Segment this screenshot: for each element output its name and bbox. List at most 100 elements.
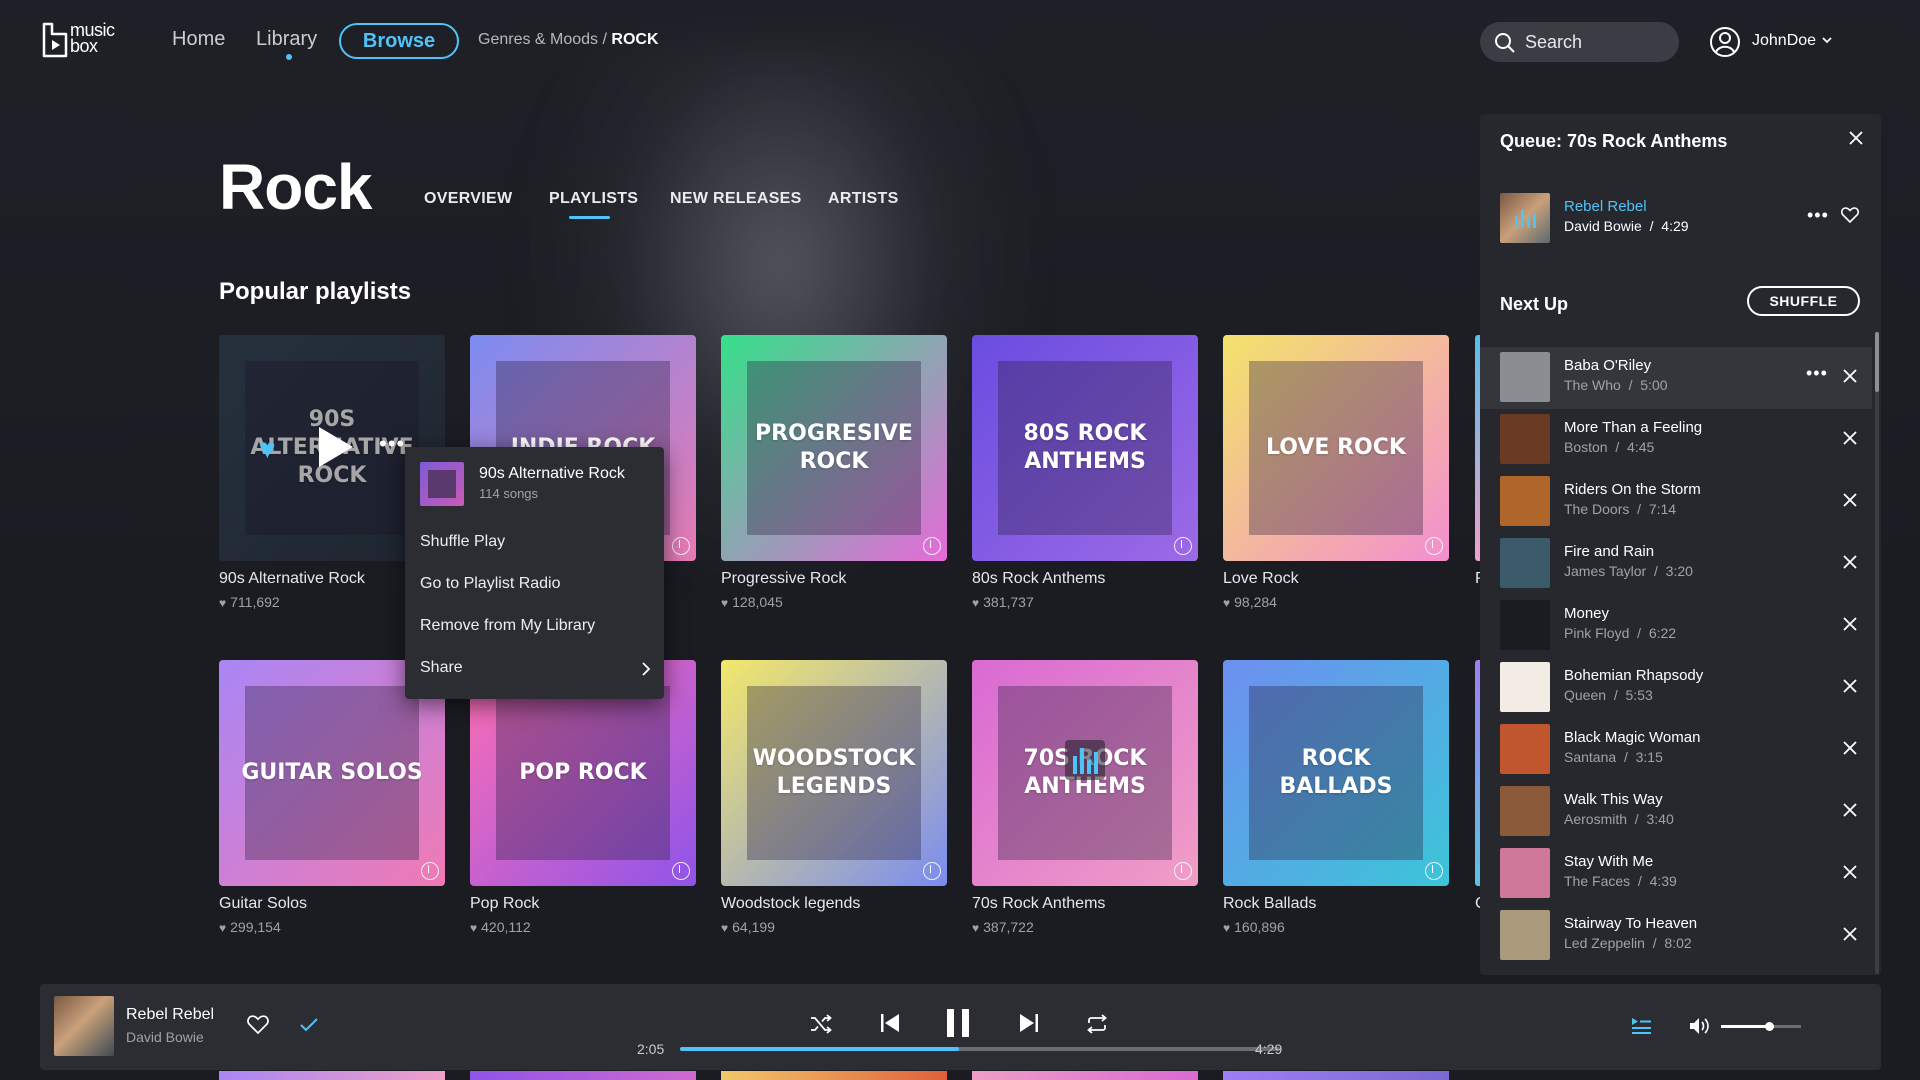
track-title[interactable]: Bohemian Rhapsody <box>1564 667 1703 684</box>
tab-artists[interactable]: ARTISTS <box>828 190 899 208</box>
download-icon[interactable] <box>923 862 941 880</box>
queue-track[interactable]: Riders On the Storm The Doors / 7:14 <box>1480 471 1872 533</box>
track-title[interactable]: Black Magic Woman <box>1564 729 1700 746</box>
close-icon[interactable] <box>1849 131 1863 145</box>
repeat-icon[interactable] <box>1086 1014 1108 1034</box>
tab-overview[interactable]: OVERVIEW <box>424 190 512 208</box>
playlist-cover[interactable] <box>219 1071 445 1080</box>
nav-library[interactable]: Library <box>256 28 317 51</box>
volume-slider-knob[interactable] <box>1765 1022 1774 1031</box>
playlist-cover[interactable]: ROCK BALLADS <box>1223 660 1449 886</box>
playlist-name[interactable]: 90s Alternative Rock <box>219 570 365 588</box>
track-title[interactable]: Riders On the Storm <box>1564 481 1701 498</box>
playlist-cover[interactable]: LOVE ROCK <box>1223 335 1449 561</box>
queue-track[interactable]: Bohemian Rhapsody Queen / 5:53 <box>1480 657 1872 719</box>
playlist-name[interactable]: Woodstock legends <box>721 895 860 913</box>
download-icon[interactable] <box>421 862 439 880</box>
queue-scrollbar[interactable] <box>1875 332 1879 974</box>
heart-icon[interactable] <box>247 1015 269 1035</box>
progress-bar[interactable] <box>680 1047 1280 1051</box>
download-icon[interactable] <box>1425 862 1443 880</box>
close-icon[interactable] <box>1843 741 1857 755</box>
queue-track[interactable]: Money Pink Floyd / 6:22 <box>1480 595 1872 657</box>
download-icon[interactable] <box>1425 537 1443 555</box>
close-icon[interactable] <box>1843 431 1857 445</box>
track-artist[interactable]: The Who <box>1564 377 1621 393</box>
close-icon[interactable] <box>1843 555 1857 569</box>
playlist-cover[interactable] <box>470 1071 696 1080</box>
player-album-art[interactable] <box>54 996 114 1056</box>
now-playing-artist[interactable]: David Bowie <box>1564 218 1642 234</box>
queue-track[interactable]: Stay With Me The Faces / 4:39 <box>1480 843 1872 905</box>
close-icon[interactable] <box>1843 679 1857 693</box>
playlist-cover[interactable] <box>972 1071 1198 1080</box>
menu-item-remove-from-library[interactable]: Remove from My Library <box>420 617 595 635</box>
track-artist[interactable]: James Taylor <box>1564 563 1646 579</box>
menu-item-playlist-radio[interactable]: Go to Playlist Radio <box>420 575 561 593</box>
track-artist[interactable]: Led Zeppelin <box>1564 935 1645 951</box>
download-icon[interactable] <box>923 537 941 555</box>
nav-browse[interactable]: Browse <box>339 23 459 59</box>
playlist-name[interactable]: Progressive Rock <box>721 570 846 588</box>
track-title[interactable]: Fire and Rain <box>1564 543 1654 560</box>
playlist-cover[interactable]: PROGRESIVE ROCK <box>721 335 947 561</box>
close-icon[interactable] <box>1843 617 1857 631</box>
menu-item-share[interactable]: Share <box>420 659 463 677</box>
track-artist[interactable]: The Faces <box>1564 873 1630 889</box>
queue-track[interactable]: More Than a Feeling Boston / 4:45 <box>1480 409 1872 471</box>
breadcrumb-parent[interactable]: Genres & Moods <box>478 31 598 48</box>
playlist-name[interactable]: Rock Ballads <box>1223 895 1316 913</box>
tab-new-releases[interactable]: NEW RELEASES <box>670 190 802 208</box>
tab-playlists[interactable]: PLAYLISTS <box>549 190 638 208</box>
playlist-cover[interactable] <box>1223 1071 1449 1080</box>
track-title[interactable]: Baba O'Riley <box>1564 357 1651 374</box>
download-icon[interactable] <box>672 862 690 880</box>
more-icon[interactable]: ••• <box>1807 205 1829 226</box>
playlist-name[interactable]: 80s Rock Anthems <box>972 570 1105 588</box>
track-title[interactable]: More Than a Feeling <box>1564 419 1702 436</box>
more-icon[interactable]: ••• <box>379 431 405 457</box>
track-title[interactable]: Walk This Way <box>1564 791 1663 808</box>
now-playing-title[interactable]: Rebel Rebel <box>1564 198 1647 215</box>
track-artist[interactable]: Aerosmith <box>1564 811 1627 827</box>
download-icon[interactable] <box>1174 862 1192 880</box>
heart-icon[interactable] <box>1841 207 1859 223</box>
queue-track[interactable]: Fire and Rain James Taylor / 3:20 <box>1480 533 1872 595</box>
playlist-cover[interactable]: 70s ROCK ANTHEMS <box>972 660 1198 886</box>
queue-track[interactable]: Baba O'Riley The Who / 5:00 ••• <box>1480 347 1872 409</box>
download-icon[interactable] <box>1174 537 1192 555</box>
track-artist[interactable]: The Doors <box>1564 501 1629 517</box>
pause-icon[interactable] <box>945 1007 971 1039</box>
playlist-name[interactable]: Guitar Solos <box>219 895 307 913</box>
track-artist[interactable]: Queen <box>1564 687 1606 703</box>
player-track-title[interactable]: Rebel Rebel <box>126 1006 214 1024</box>
close-icon[interactable] <box>1843 493 1857 507</box>
track-artist[interactable]: Boston <box>1564 439 1608 455</box>
queue-track[interactable]: Stairway To Heaven Led Zeppelin / 8:02 <box>1480 905 1872 967</box>
track-artist[interactable]: Santana <box>1564 749 1616 765</box>
playlist-name[interactable]: Pop Rock <box>470 895 539 913</box>
queue-scrollbar-thumb[interactable] <box>1875 332 1879 392</box>
track-artist[interactable]: Pink Floyd <box>1564 625 1629 641</box>
menu-item-shuffle-play[interactable]: Shuffle Play <box>420 533 505 551</box>
check-icon[interactable] <box>299 1017 319 1033</box>
previous-icon[interactable] <box>879 1012 901 1034</box>
track-title[interactable]: Stairway To Heaven <box>1564 915 1697 932</box>
playlist-cover[interactable]: WOODSTOCK LEGENDS <box>721 660 947 886</box>
track-title[interactable]: Money <box>1564 605 1609 622</box>
track-title[interactable]: Stay With Me <box>1564 853 1653 870</box>
heart-icon[interactable]: ♥ <box>259 433 276 465</box>
shuffle-button[interactable]: SHUFFLE <box>1747 286 1860 316</box>
logo[interactable]: music box <box>38 20 130 64</box>
next-icon[interactable] <box>1018 1012 1040 1034</box>
playlist-name[interactable]: 70s Rock Anthems <box>972 895 1105 913</box>
close-icon[interactable] <box>1843 803 1857 817</box>
player-track-artist[interactable]: David Bowie <box>126 1029 204 1045</box>
playlist-cover[interactable] <box>721 1071 947 1080</box>
queue-track[interactable]: Black Magic Woman Santana / 3:15 <box>1480 719 1872 781</box>
volume-icon[interactable] <box>1688 1016 1712 1036</box>
shuffle-icon[interactable] <box>810 1014 832 1034</box>
queue-icon[interactable] <box>1630 1017 1652 1035</box>
download-icon[interactable] <box>672 537 690 555</box>
playlist-name[interactable]: Love Rock <box>1223 570 1299 588</box>
